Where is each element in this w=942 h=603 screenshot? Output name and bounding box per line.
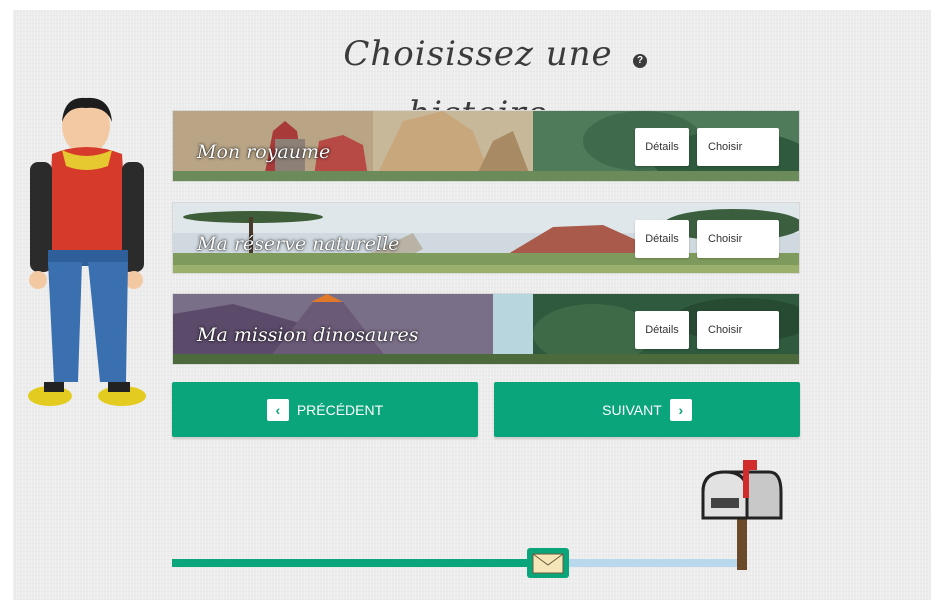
details-button[interactable]: Détails (635, 311, 689, 349)
previous-label: PRÉCÉDENT (296, 401, 384, 418)
details-button[interactable]: Détails (635, 220, 689, 258)
mailbox-icon (701, 460, 783, 570)
story-title: Ma mission dinosaures (197, 324, 419, 346)
choose-button[interactable]: Choisir (697, 220, 779, 258)
chevron-right-icon: › (669, 398, 692, 421)
story-title: Ma réserve naturelle (197, 233, 400, 255)
envelope-icon (527, 548, 569, 578)
chevron-left-icon: ‹ (266, 398, 289, 421)
choose-button[interactable]: Choisir (697, 311, 779, 349)
details-button[interactable]: Détails (635, 128, 689, 166)
child-illustration (28, 97, 146, 406)
story-title: Mon royaume (197, 141, 331, 163)
story-card-reserve: Ma réserve naturelle Détails Choisir (172, 202, 800, 274)
story-card-dinosaures: Ma mission dinosaures Détails Choisir (172, 293, 800, 365)
previous-button[interactable]: ‹ PRÉCÉDENT (172, 382, 478, 437)
progress-bar-filled (172, 559, 532, 567)
page-title: Choisissez une histoire (343, 34, 613, 134)
choose-button[interactable]: Choisir (697, 128, 779, 166)
next-label: SUIVANT (602, 401, 662, 418)
help-icon[interactable]: ? (633, 54, 647, 68)
story-card-royaume: Mon royaume Détails Choisir (172, 110, 800, 182)
next-button[interactable]: SUIVANT › (494, 382, 800, 437)
